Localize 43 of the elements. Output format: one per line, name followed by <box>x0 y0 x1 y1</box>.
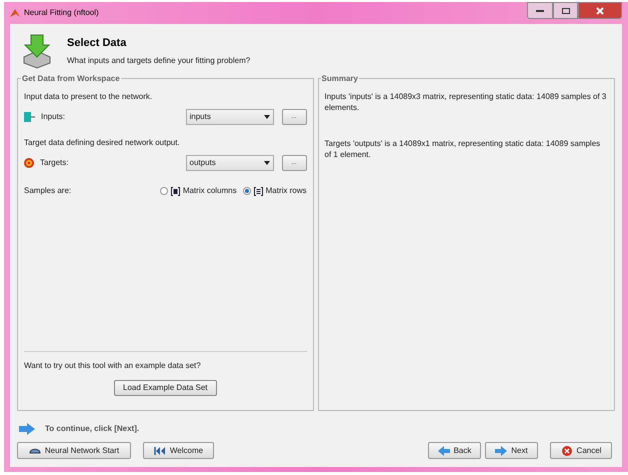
close-button[interactable] <box>578 2 622 19</box>
panel-legend: Summary <box>320 73 359 85</box>
samples-label: Samples are: <box>24 185 72 197</box>
matrix-columns-icon <box>170 186 180 196</box>
variable-dropdown[interactable]: outputs <box>186 155 274 171</box>
input-block-icon <box>24 112 35 122</box>
matrix-rows-icon <box>254 186 263 196</box>
load-example-button[interactable]: Load Example Data Set <box>114 380 216 396</box>
radio-button[interactable] <box>242 187 251 195</box>
field-prompt: Input data to present to the network. <box>24 91 154 103</box>
cancel-button[interactable]: Cancel <box>550 442 612 459</box>
arrow-left-icon <box>438 446 450 456</box>
summary-text: Inputs 'inputs' is a 14089x3 matrix, representing static data: 14089 samples of 3 elements. <box>324 91 608 113</box>
download-tray-icon <box>21 33 53 69</box>
page-title: Select Data <box>67 36 128 52</box>
maximize-button[interactable] <box>553 2 578 19</box>
arrow-right-icon <box>19 423 35 435</box>
minimize-button[interactable] <box>527 2 553 19</box>
close-icon <box>596 6 604 14</box>
example-prompt: Want to try out this tool with an example data set? <box>24 360 201 372</box>
cancel-icon <box>560 446 573 456</box>
next-button[interactable]: Next <box>485 442 538 459</box>
radio-label: Matrix columns <box>182 185 237 197</box>
field-label: Targets: <box>40 157 68 169</box>
summary-text: Targets 'outputs' is a 14089x1 matrix, representing static data: 14089 samples of 1 element. <box>324 138 602 160</box>
start-button[interactable]: Neural Network Start <box>17 442 131 459</box>
arrow-right-icon <box>495 446 508 456</box>
panel-legend: Get Data from Workspace <box>21 73 121 85</box>
skip-back-icon <box>154 446 166 456</box>
app-logo-icon <box>10 8 20 18</box>
variable-dropdown[interactable]: inputs <box>186 109 274 125</box>
page-subtitle: What inputs and targets define your fitting problem? <box>67 54 250 67</box>
caret-icon <box>264 115 270 119</box>
caret-icon <box>264 161 270 165</box>
window-title: Neural Fitting (nftool) <box>24 7 99 19</box>
welcome-button[interactable]: Welcome <box>143 442 214 459</box>
back-button[interactable]: Back <box>428 442 481 459</box>
field-prompt: Target data defining desired network output. <box>24 137 181 149</box>
radio-button[interactable] <box>160 187 168 195</box>
radio-label: Matrix rows <box>266 185 306 197</box>
target-icon <box>24 158 34 168</box>
field-label: Inputs: <box>41 111 66 123</box>
hint-text: To continue, click [Next]. <box>45 423 140 435</box>
